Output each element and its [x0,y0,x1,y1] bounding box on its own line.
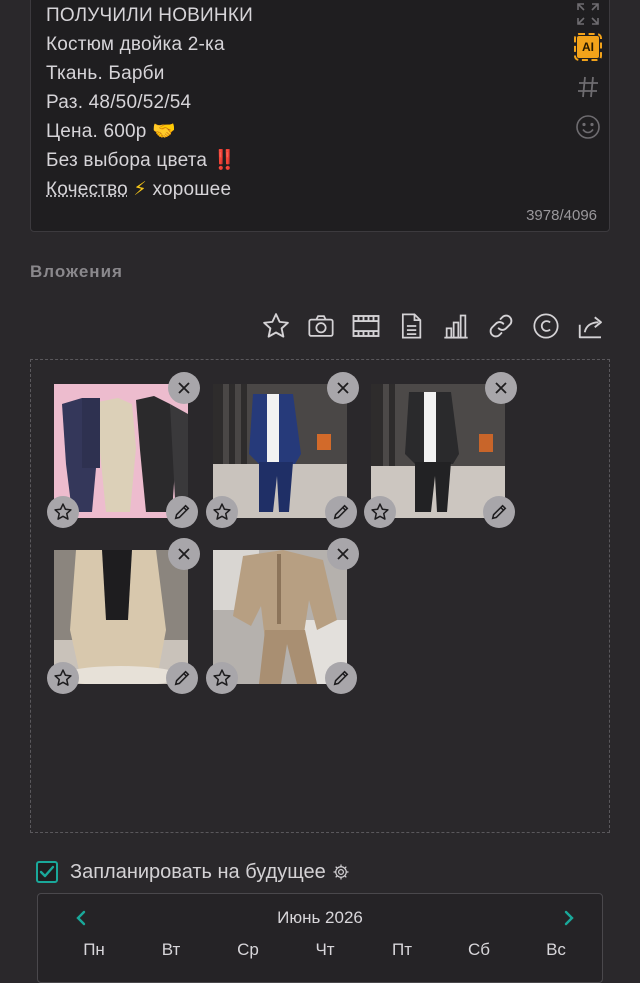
weekday-label: Пт [391,940,412,959]
post-line: ПОЛУЧИЛИ НОВИНКИ [46,5,253,26]
post-line-color: Без выбора цвета ‼️ [46,146,253,175]
color-text: Без выбора цвета [46,150,208,171]
favorite-attachment-button[interactable] [206,662,238,694]
quality-rest: хорошее [152,179,232,200]
attachment-thumbnail[interactable] [206,538,359,694]
weekday-label: Пн [83,940,105,959]
weekday-label: Ср [237,940,259,959]
fullscreen-icon[interactable] [573,0,603,29]
remove-attachment-button[interactable] [327,538,359,570]
post-text: ПОЛУЧИЛИ НОВИНКИ Костюм двойка 2-ка Ткан… [46,1,253,204]
link-icon[interactable] [483,308,519,344]
lightning-emoji: ⚡ [133,178,147,200]
schedule-row: Запланировать на будущее [36,857,350,887]
schedule-calendar: Июнь 2026 Пн Вт Ср Чт Пт Сб Вс [37,893,603,983]
attachment-thumbnail[interactable] [364,372,517,528]
remove-attachment-button[interactable] [168,538,200,570]
edit-attachment-button[interactable] [483,496,515,528]
attachment-thumbnail[interactable] [47,538,200,694]
hashtag-icon[interactable] [573,72,603,102]
handshake-emoji: 🤝 [152,120,176,142]
edit-attachment-button[interactable] [325,662,357,694]
double-exclamation-emoji: ‼️ [212,149,237,171]
post-line: Раз. 48/50/52/54 [46,92,192,113]
weekday-label: Вт [161,940,181,959]
char-counter: 3978/4096 [526,207,597,224]
suit-photo-image [54,384,188,518]
attachment-thumbnail[interactable] [206,372,359,528]
attachments-dropzone[interactable] [30,359,610,833]
weekday-label: Чт [315,940,335,959]
gear-icon[interactable] [332,863,350,881]
schedule-checkbox[interactable] [36,861,58,883]
weekday-label: Вс [546,940,566,959]
next-month-button[interactable] [559,908,579,928]
edit-attachment-button[interactable] [166,662,198,694]
post-text-editor[interactable]: ПОЛУЧИЛИ НОВИНКИ Костюм двойка 2-ка Ткан… [30,0,610,232]
edit-attachment-button[interactable] [166,496,198,528]
suit-photo-image [371,384,505,518]
film-icon[interactable] [348,308,384,344]
attachment-thumbnail[interactable] [47,372,200,528]
post-line-quality: Кочество ⚡ хорошее [46,175,253,204]
ai-badge: AI [574,33,602,61]
ai-icon[interactable]: AI [573,32,603,62]
favorite-attachment-button[interactable] [47,496,79,528]
camera-icon[interactable] [303,308,339,344]
post-line-price: Цена. 600р 🤝 [46,117,253,146]
suit-photo-image [213,384,347,518]
favorite-attachment-button[interactable] [206,496,238,528]
quality-word: Кочество [46,179,128,200]
favorite-attachment-button[interactable] [47,662,79,694]
schedule-label[interactable]: Запланировать на будущее [70,861,326,884]
remove-attachment-button[interactable] [327,372,359,404]
weekday-label: Сб [467,940,490,959]
suit-photo-image [54,550,188,684]
favorite-attachment-button[interactable] [364,496,396,528]
emoji-icon[interactable] [573,112,603,142]
chart-icon[interactable] [438,308,474,344]
calendar-month-title: Июнь 2026 [277,908,363,927]
post-line: Костюм двойка 2-ка [46,34,225,55]
suit-photo-image [213,550,347,684]
price-text: Цена. 600р [46,121,147,142]
star-icon[interactable] [258,308,294,344]
post-line: Ткань. Барби [46,63,165,84]
edit-attachment-button[interactable] [325,496,357,528]
attachments-title: Вложения [30,262,123,281]
remove-attachment-button[interactable] [485,372,517,404]
share-icon[interactable] [573,308,609,344]
remove-attachment-button[interactable] [168,372,200,404]
copyright-icon[interactable] [528,308,564,344]
document-icon[interactable] [393,308,429,344]
